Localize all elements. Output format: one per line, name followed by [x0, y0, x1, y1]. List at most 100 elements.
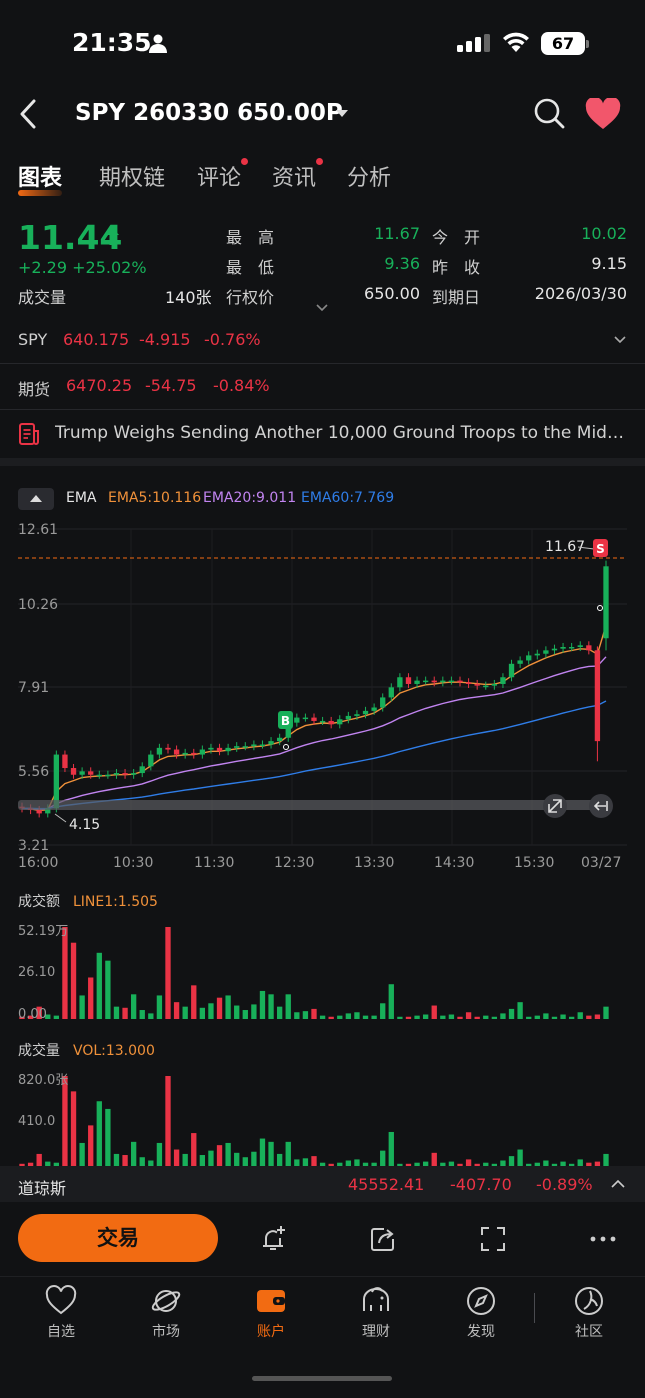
turnover-bar	[113, 1006, 120, 1019]
candle-body	[268, 741, 274, 745]
candle-body	[139, 766, 145, 774]
candle-body	[397, 677, 403, 688]
news-headline[interactable]: Trump Weighs Sending Another 10,000 Grou…	[55, 423, 630, 443]
section-separator	[0, 458, 645, 466]
title-dropdown-icon[interactable]	[336, 110, 348, 117]
y-tick-label: 10.26	[18, 597, 58, 613]
tabbar-wealth[interactable]: 理财	[333, 1277, 419, 1347]
candle-body	[122, 773, 128, 775]
candle-body	[79, 771, 85, 775]
candle-body	[594, 650, 601, 742]
y-tick-label: 12.61	[18, 522, 58, 538]
sell-marker-letter: S	[596, 542, 605, 556]
candlestick-series	[19, 560, 609, 818]
price-alert-bell-icon[interactable]	[258, 1224, 288, 1254]
turnover-bar	[422, 1014, 429, 1019]
candle-body	[337, 719, 343, 725]
futures-label: 期货	[18, 380, 51, 399]
tabbar-divider	[534, 1293, 535, 1323]
volume-bar	[156, 1142, 163, 1166]
turnover-panel-title: 成交额	[18, 893, 60, 910]
candle-body	[380, 697, 386, 708]
tab-chart[interactable]: 图表	[18, 160, 62, 192]
tabbar-account[interactable]: 账户	[228, 1277, 314, 1347]
underlying-change: -4.915	[139, 330, 191, 349]
turnover-bar	[560, 1014, 566, 1019]
high-label: 最 高	[226, 228, 275, 247]
range-slider-track[interactable]	[18, 800, 612, 810]
share-icon[interactable]	[368, 1224, 398, 1254]
fullscreen-icon[interactable]	[478, 1224, 508, 1254]
candle-body	[216, 747, 223, 752]
wifi-icon	[503, 32, 529, 52]
compass-icon	[467, 1287, 495, 1315]
candle-body	[208, 747, 214, 750]
underlying-price: 640.175	[63, 330, 130, 349]
turnover-bar	[517, 1002, 523, 1019]
volume-bar	[302, 1158, 309, 1166]
turnover-bar	[268, 994, 274, 1019]
quote-panel: 11.44 +2.29 +25.02% 成交量 140张 最 高 11.67 今…	[0, 218, 645, 318]
turnover-bar	[345, 1013, 352, 1019]
search-icon[interactable]	[532, 96, 566, 130]
volume-bar	[259, 1138, 266, 1166]
tabbar-discover[interactable]: 发现	[438, 1277, 524, 1347]
candle-body	[70, 768, 77, 775]
trade-button[interactable]: 交易	[18, 1214, 218, 1262]
tabbar-watchlist[interactable]: 自选	[18, 1277, 104, 1347]
turnover-bar	[465, 1012, 472, 1019]
candle-body	[191, 752, 197, 755]
turnover-bar	[483, 1015, 489, 1019]
indicator-bar: EMA EMA5:10.116 EMA20:9.011 EMA60:7.769	[0, 486, 645, 512]
expand-quote-chevron-icon[interactable]	[316, 304, 328, 312]
collapse-chart-button[interactable]	[18, 488, 54, 510]
turnover-bar	[577, 1012, 583, 1019]
candle-body	[508, 663, 515, 678]
tab-news[interactable]: 资讯	[272, 160, 316, 192]
favorite-heart-icon[interactable]	[585, 98, 621, 130]
battery-indicator: 67	[541, 32, 589, 55]
volume-bar	[96, 1101, 102, 1166]
candle-body	[483, 685, 489, 688]
price-volume-chart[interactable]: 12.61 10.26 7.91 5.56 3.21 11.67 S 4.15 …	[0, 512, 645, 1166]
volume-bar	[603, 1153, 609, 1166]
back-icon[interactable]	[16, 98, 40, 130]
chevron-up-icon[interactable]	[611, 1179, 625, 1188]
low-value: 9.36	[384, 254, 420, 273]
volume-bar	[225, 1142, 231, 1166]
tabbar-markets[interactable]: 市场	[123, 1277, 209, 1347]
volume-bar	[242, 1157, 248, 1166]
tabbar-community[interactable]: 社区	[546, 1277, 632, 1347]
index-ticker-bar[interactable]: 道琼斯 45552.41 -407.70 -0.89%	[0, 1166, 645, 1202]
prev-close-label: 昨 收	[432, 258, 481, 277]
candle-body	[405, 677, 412, 684]
turnover-bar	[216, 997, 223, 1019]
contract-title[interactable]: SPY 260330 650.00P	[75, 100, 343, 126]
turnover-bar	[130, 994, 137, 1019]
tab-comments[interactable]: 评论	[197, 160, 241, 192]
main-indicator-name[interactable]: EMA	[66, 490, 97, 506]
volume-bar	[88, 1125, 94, 1166]
turnover-bar	[319, 1015, 326, 1019]
news-headline-row[interactable]: Trump Weighs Sending Another 10,000 Grou…	[0, 412, 645, 456]
turnover-bar	[362, 1015, 369, 1019]
turnover-bar	[285, 994, 291, 1019]
underlying-change-percent: -0.76%	[204, 330, 261, 349]
open-label: 今 开	[432, 228, 481, 247]
volume-bar	[122, 1155, 128, 1166]
turnover-bar	[311, 1008, 317, 1019]
tab-option-chain[interactable]: 期权链	[99, 160, 165, 192]
turnover-bar	[491, 1016, 498, 1019]
x-tick-label: 12:30	[274, 855, 314, 871]
y-tick-label: 5.56	[18, 764, 49, 780]
tab-analysis[interactable]: 分析	[347, 160, 391, 192]
futures-row[interactable]: 期货 6470.25 -54.75 -0.84%	[0, 364, 645, 410]
volume-bar	[191, 1133, 197, 1166]
volume-bar	[380, 1150, 386, 1166]
chevron-down-icon[interactable]	[614, 336, 626, 344]
underlying-row[interactable]: SPY 640.175 -4.915 -0.76%	[0, 318, 645, 364]
strike-value: 650.00	[364, 284, 420, 303]
turnover-bar	[165, 927, 171, 1019]
expiry-label: 到期日	[432, 288, 481, 307]
more-options-icon[interactable]	[588, 1224, 618, 1254]
